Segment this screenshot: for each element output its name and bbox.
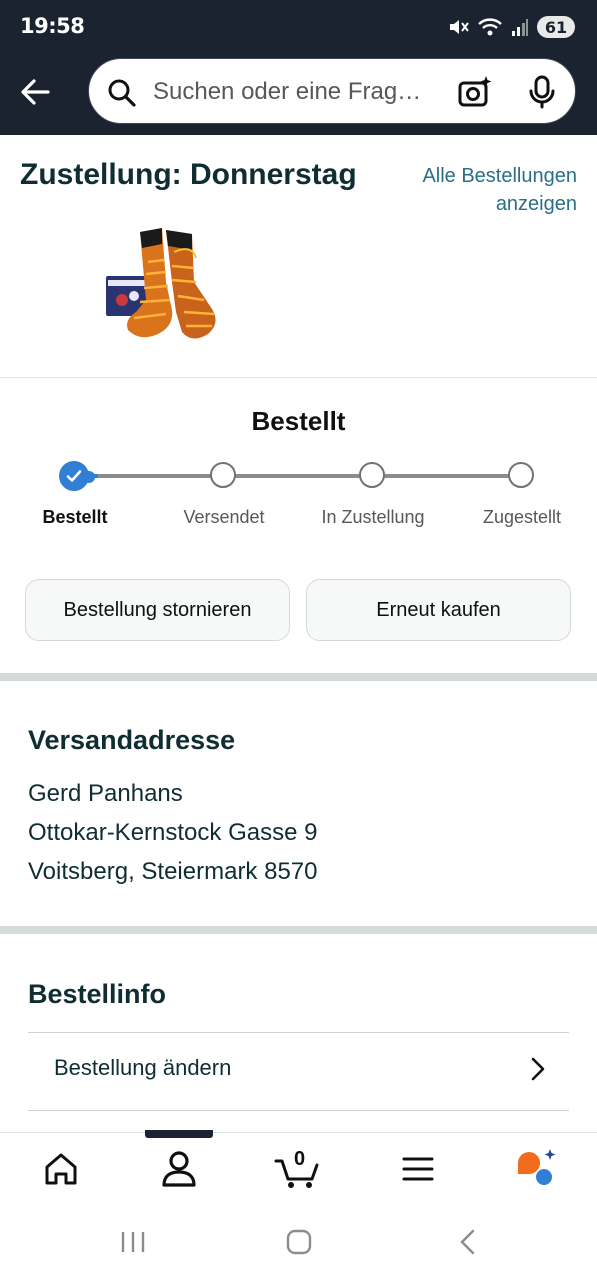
system-back-icon[interactable] [456, 1228, 480, 1256]
step-dot-delivered [508, 462, 534, 488]
row-divider [28, 1032, 569, 1033]
progress-track [74, 474, 522, 478]
step-label-shipped: Versendet [183, 507, 265, 527]
section-divider [0, 673, 597, 681]
home-icon[interactable] [39, 1147, 83, 1191]
address-name: Gerd Panhans [28, 780, 183, 807]
camera-search-icon[interactable] [457, 75, 493, 109]
microphone-icon[interactable] [527, 75, 557, 109]
rufus-assistant-icon[interactable] [514, 1147, 558, 1191]
mute-icon [450, 20, 469, 34]
change-order-link[interactable]: Bestellung ändern [54, 1055, 231, 1081]
status-bar: 19:58 61 [0, 0, 597, 56]
signal-icon [512, 19, 528, 36]
step-dot-out-for-delivery [359, 462, 385, 488]
check-icon [66, 470, 82, 482]
buy-again-button[interactable]: Erneut kaufen [306, 579, 571, 641]
battery-indicator: 61 [537, 16, 575, 38]
account-icon[interactable] [157, 1147, 201, 1191]
search-icon [108, 79, 136, 107]
section-divider [0, 926, 597, 934]
back-arrow-icon [21, 79, 50, 105]
chevron-right-icon[interactable] [526, 1056, 550, 1082]
row-divider [28, 1110, 569, 1111]
address-street: Ottokar-Kernstock Gasse 9 [28, 819, 318, 846]
order-info-title: Bestellinfo [28, 979, 167, 1009]
address-city: Voitsberg, Steiermark 8570 [28, 858, 318, 885]
status-icons: 61 [447, 14, 575, 40]
status-time: 19:58 [20, 14, 85, 38]
search-placeholder: Suchen oder eine Frag… [153, 78, 422, 105]
search-input[interactable]: Suchen oder eine Frag… [88, 58, 576, 124]
back-button[interactable] [16, 72, 56, 112]
cart-count: 0 [294, 1148, 306, 1170]
order-status-heading: Bestellt [251, 406, 346, 436]
step-label-ordered: Bestellt [42, 507, 108, 527]
active-tab-indicator [145, 1130, 213, 1138]
step-label-delivered: Zugestellt [482, 507, 562, 527]
recent-apps-icon[interactable] [119, 1230, 147, 1254]
step-dot-shipped [210, 462, 236, 488]
section-divider [0, 377, 597, 378]
step-label-out-for-delivery: In Zustellung [321, 507, 425, 527]
menu-icon[interactable] [396, 1147, 440, 1191]
product-image[interactable] [100, 222, 230, 352]
system-navigation-bar [0, 1206, 597, 1280]
home-button-icon[interactable] [285, 1228, 313, 1256]
all-orders-link[interactable]: Alle Bestellungen anzeigen [387, 162, 577, 218]
delivery-title: Zustellung: Donnerstag [20, 158, 357, 191]
step-dot-ordered [59, 461, 95, 491]
header-bar: Suchen oder eine Frag… [0, 56, 597, 135]
shipping-address-title: Versandadresse [28, 725, 236, 755]
wifi-icon [478, 18, 502, 36]
cancel-order-button[interactable]: Bestellung stornieren [25, 579, 290, 641]
